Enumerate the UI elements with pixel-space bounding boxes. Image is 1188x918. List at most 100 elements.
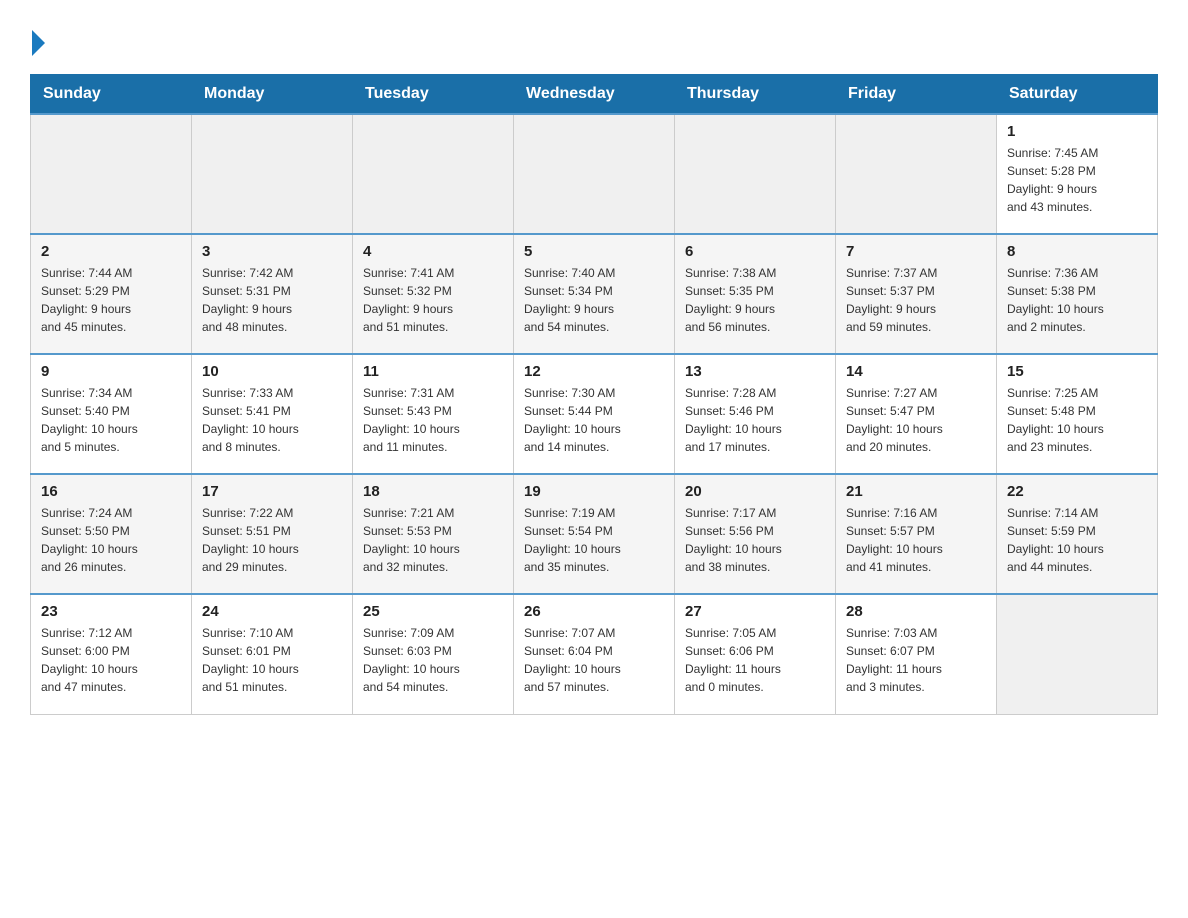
calendar-week-row: 23 Sunrise: 7:12 AM Sunset: 6:00 PM Dayli… — [31, 594, 1158, 714]
day-info: Sunrise: 7:17 AM Sunset: 5:56 PM Dayligh… — [685, 504, 825, 576]
day-info: Sunrise: 7:07 AM Sunset: 6:04 PM Dayligh… — [524, 624, 664, 696]
day-number: 11 — [363, 363, 503, 380]
day-header-thursday: Thursday — [675, 75, 836, 115]
calendar-cell: 10 Sunrise: 7:33 AM Sunset: 5:41 PM Dayli… — [192, 354, 353, 474]
day-header-monday: Monday — [192, 75, 353, 115]
day-info: Sunrise: 7:27 AM Sunset: 5:47 PM Dayligh… — [846, 384, 986, 456]
day-info: Sunrise: 7:40 AM Sunset: 5:34 PM Dayligh… — [524, 264, 664, 336]
calendar-cell: 3Sunrise: 7:42 AM Sunset: 5:31 PM Daylig… — [192, 234, 353, 354]
page-header — [30, 20, 1158, 56]
day-number: 21 — [846, 483, 986, 500]
day-number: 9 — [41, 363, 181, 380]
calendar-cell — [836, 114, 997, 234]
day-header-tuesday: Tuesday — [353, 75, 514, 115]
day-info: Sunrise: 7:28 AM Sunset: 5:46 PM Dayligh… — [685, 384, 825, 456]
calendar-cell: 2 Sunrise: 7:44 AM Sunset: 5:29 PM Daylig… — [31, 234, 192, 354]
day-header-friday: Friday — [836, 75, 997, 115]
day-number: 4 — [363, 243, 503, 260]
day-info: Sunrise: 7:25 AM Sunset: 5:48 PM Dayligh… — [1007, 384, 1147, 456]
day-info: Sunrise: 7:45 AM Sunset: 5:28 PM Dayligh… — [1007, 144, 1147, 216]
day-info: Sunrise: 7:03 AM Sunset: 6:07 PM Dayligh… — [846, 624, 986, 696]
calendar-cell: 18 Sunrise: 7:21 AM Sunset: 5:53 PM Dayli… — [353, 474, 514, 594]
day-number: 25 — [363, 603, 503, 620]
day-number: 5 — [524, 243, 664, 260]
calendar-cell: 8Sunrise: 7:36 AM Sunset: 5:38 PM Daylig… — [997, 234, 1158, 354]
day-number: 1 — [1007, 123, 1147, 140]
calendar-cell — [192, 114, 353, 234]
calendar-cell: 28 Sunrise: 7:03 AM Sunset: 6:07 PM Dayli… — [836, 594, 997, 714]
day-info: Sunrise: 7:10 AM Sunset: 6:01 PM Dayligh… — [202, 624, 342, 696]
calendar-cell — [31, 114, 192, 234]
calendar-cell: 6 Sunrise: 7:38 AM Sunset: 5:35 PM Daylig… — [675, 234, 836, 354]
day-number: 12 — [524, 363, 664, 380]
day-number: 15 — [1007, 363, 1147, 380]
day-number: 10 — [202, 363, 342, 380]
day-number: 22 — [1007, 483, 1147, 500]
day-info: Sunrise: 7:19 AM Sunset: 5:54 PM Dayligh… — [524, 504, 664, 576]
day-number: 26 — [524, 603, 664, 620]
day-info: Sunrise: 7:37 AM Sunset: 5:37 PM Dayligh… — [846, 264, 986, 336]
calendar-cell: 12 Sunrise: 7:30 AM Sunset: 5:44 PM Dayli… — [514, 354, 675, 474]
day-number: 20 — [685, 483, 825, 500]
calendar-week-row: 1 Sunrise: 7:45 AM Sunset: 5:28 PM Daylig… — [31, 114, 1158, 234]
day-number: 24 — [202, 603, 342, 620]
day-info: Sunrise: 7:14 AM Sunset: 5:59 PM Dayligh… — [1007, 504, 1147, 576]
day-info: Sunrise: 7:34 AM Sunset: 5:40 PM Dayligh… — [41, 384, 181, 456]
day-number: 18 — [363, 483, 503, 500]
calendar-header-row: SundayMondayTuesdayWednesdayThursdayFrid… — [31, 75, 1158, 115]
day-number: 8 — [1007, 243, 1147, 260]
calendar-cell: 11 Sunrise: 7:31 AM Sunset: 5:43 PM Dayli… — [353, 354, 514, 474]
day-info: Sunrise: 7:24 AM Sunset: 5:50 PM Dayligh… — [41, 504, 181, 576]
day-number: 6 — [685, 243, 825, 260]
calendar-table: SundayMondayTuesdayWednesdayThursdayFrid… — [30, 74, 1158, 715]
day-number: 27 — [685, 603, 825, 620]
day-info: Sunrise: 7:44 AM Sunset: 5:29 PM Dayligh… — [41, 264, 181, 336]
day-info: Sunrise: 7:42 AM Sunset: 5:31 PM Dayligh… — [202, 264, 342, 336]
calendar-cell: 14 Sunrise: 7:27 AM Sunset: 5:47 PM Dayli… — [836, 354, 997, 474]
day-info: Sunrise: 7:05 AM Sunset: 6:06 PM Dayligh… — [685, 624, 825, 696]
calendar-cell: 20 Sunrise: 7:17 AM Sunset: 5:56 PM Dayli… — [675, 474, 836, 594]
calendar-week-row: 2 Sunrise: 7:44 AM Sunset: 5:29 PM Daylig… — [31, 234, 1158, 354]
day-info: Sunrise: 7:12 AM Sunset: 6:00 PM Dayligh… — [41, 624, 181, 696]
calendar-cell: 5 Sunrise: 7:40 AM Sunset: 5:34 PM Daylig… — [514, 234, 675, 354]
day-number: 7 — [846, 243, 986, 260]
calendar-cell: 15 Sunrise: 7:25 AM Sunset: 5:48 PM Dayli… — [997, 354, 1158, 474]
day-info: Sunrise: 7:16 AM Sunset: 5:57 PM Dayligh… — [846, 504, 986, 576]
day-number: 16 — [41, 483, 181, 500]
calendar-cell: 7 Sunrise: 7:37 AM Sunset: 5:37 PM Daylig… — [836, 234, 997, 354]
day-info: Sunrise: 7:21 AM Sunset: 5:53 PM Dayligh… — [363, 504, 503, 576]
day-info: Sunrise: 7:41 AM Sunset: 5:32 PM Dayligh… — [363, 264, 503, 336]
calendar-cell: 24 Sunrise: 7:10 AM Sunset: 6:01 PM Dayli… — [192, 594, 353, 714]
logo — [30, 28, 45, 56]
day-number: 2 — [41, 243, 181, 260]
calendar-cell: 17 Sunrise: 7:22 AM Sunset: 5:51 PM Dayli… — [192, 474, 353, 594]
calendar-week-row: 16 Sunrise: 7:24 AM Sunset: 5:50 PM Dayli… — [31, 474, 1158, 594]
day-number: 23 — [41, 603, 181, 620]
calendar-cell — [514, 114, 675, 234]
day-info: Sunrise: 7:38 AM Sunset: 5:35 PM Dayligh… — [685, 264, 825, 336]
day-number: 17 — [202, 483, 342, 500]
calendar-cell: 26 Sunrise: 7:07 AM Sunset: 6:04 PM Dayli… — [514, 594, 675, 714]
day-header-saturday: Saturday — [997, 75, 1158, 115]
day-header-sunday: Sunday — [31, 75, 192, 115]
calendar-cell: 22 Sunrise: 7:14 AM Sunset: 5:59 PM Dayli… — [997, 474, 1158, 594]
calendar-cell: 27 Sunrise: 7:05 AM Sunset: 6:06 PM Dayli… — [675, 594, 836, 714]
day-info: Sunrise: 7:30 AM Sunset: 5:44 PM Dayligh… — [524, 384, 664, 456]
calendar-week-row: 9 Sunrise: 7:34 AM Sunset: 5:40 PM Daylig… — [31, 354, 1158, 474]
calendar-cell: 23 Sunrise: 7:12 AM Sunset: 6:00 PM Dayli… — [31, 594, 192, 714]
calendar-cell — [675, 114, 836, 234]
day-number: 28 — [846, 603, 986, 620]
day-info: Sunrise: 7:33 AM Sunset: 5:41 PM Dayligh… — [202, 384, 342, 456]
day-info: Sunrise: 7:31 AM Sunset: 5:43 PM Dayligh… — [363, 384, 503, 456]
day-header-wednesday: Wednesday — [514, 75, 675, 115]
day-info: Sunrise: 7:22 AM Sunset: 5:51 PM Dayligh… — [202, 504, 342, 576]
calendar-cell: 25 Sunrise: 7:09 AM Sunset: 6:03 PM Dayli… — [353, 594, 514, 714]
calendar-cell — [353, 114, 514, 234]
day-info: Sunrise: 7:09 AM Sunset: 6:03 PM Dayligh… — [363, 624, 503, 696]
calendar-cell: 9 Sunrise: 7:34 AM Sunset: 5:40 PM Daylig… — [31, 354, 192, 474]
calendar-cell — [997, 594, 1158, 714]
calendar-cell: 16 Sunrise: 7:24 AM Sunset: 5:50 PM Dayli… — [31, 474, 192, 594]
day-number: 13 — [685, 363, 825, 380]
calendar-cell: 1 Sunrise: 7:45 AM Sunset: 5:28 PM Daylig… — [997, 114, 1158, 234]
day-number: 14 — [846, 363, 986, 380]
